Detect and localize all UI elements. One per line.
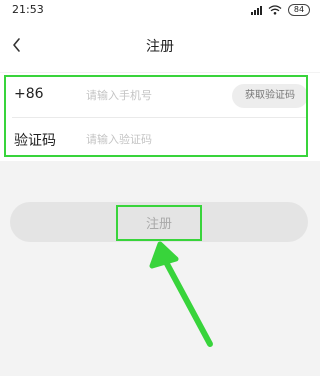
wifi-icon <box>268 5 282 15</box>
status-bar: 21:53 84 <box>0 0 320 20</box>
status-time: 21:53 <box>12 3 44 16</box>
signal-icon <box>251 5 262 15</box>
nav-bar: 注册 <box>0 20 320 72</box>
status-icons: 84 <box>251 4 310 16</box>
register-screen: 21:53 84 注册 +86 获取验证码 验证码 <box>0 0 320 376</box>
battery-icon: 84 <box>288 4 310 16</box>
register-highlight-box <box>116 205 202 241</box>
form-highlight-box <box>4 75 308 157</box>
page-title: 注册 <box>146 39 174 55</box>
